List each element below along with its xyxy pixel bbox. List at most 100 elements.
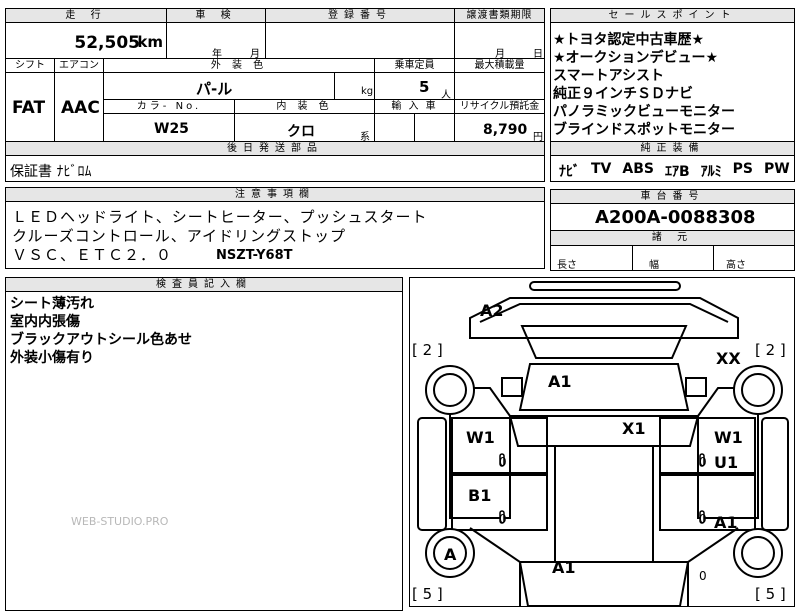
aircon-cell: AAC (54, 72, 104, 142)
width-label: 幅 (649, 260, 659, 271)
windshield (508, 415, 700, 447)
color-no-header: カラ- No. (103, 99, 235, 114)
roof (554, 445, 654, 563)
notes-header: 注意事項欄 (5, 187, 545, 202)
mileage-header: 走 行 (5, 8, 167, 23)
shift-header: シフト (5, 58, 55, 73)
capacity-cell: 5 人 (374, 72, 455, 101)
left-mirror (501, 377, 523, 397)
notes-cell: ＬＥＤヘッドライト、シートヒーター、プッシュスタート クルーズコントロール、アイ… (5, 201, 545, 269)
damage-mark: A1 (714, 513, 738, 532)
wheel-front-left-inner (433, 373, 467, 407)
damage-mark: U1 (714, 453, 738, 472)
exterior-kg-cell: kg (334, 72, 375, 100)
factory-equipment-cell: ﾅﾋﾞ TV ABS ｴｱB ｱﾙﾐ PS PW (550, 155, 795, 182)
tire-depth-front-left: [ 2 ] (412, 341, 443, 359)
inspector-header: 検査員記入欄 (5, 277, 403, 292)
registration-header: 登録番号 (265, 8, 455, 23)
left-rear-quarter (469, 527, 521, 606)
transfer-deadline-header: 譲渡書類期限 (454, 8, 545, 23)
color-no-value: W25 (154, 121, 189, 137)
dimensions-header: 諸 元 (550, 230, 795, 246)
hood-edge (479, 303, 729, 323)
width-cell: 幅 (632, 245, 714, 271)
damage-mark: B1 (468, 486, 491, 505)
tire-depth-front-right: [ 2 ] (755, 341, 786, 359)
right-rear-door (659, 474, 756, 531)
later-parts-header: 後日発送部品 (5, 141, 545, 156)
recycle-value: 8,790 (483, 122, 528, 138)
damage-mark: XX (716, 349, 741, 368)
equipment-item: TV (591, 161, 612, 177)
notes-line-1: ＬＥＤヘッドライト、シートヒーター、プッシュスタート (12, 208, 428, 226)
right-mirror (685, 377, 707, 397)
inspector-list: シート薄汚れ 室内内張傷 ブラックアウトシール色あせ 外装小傷有り (10, 295, 192, 367)
kg-unit: kg (361, 86, 374, 97)
watermark: WEB-STUDIO.PRO (71, 515, 169, 528)
height-label: 高さ (726, 260, 746, 271)
damage-mark: X1 (622, 419, 645, 438)
right-rear-quarter (687, 527, 739, 606)
aircon-value: AAC (61, 98, 100, 118)
model-code: NSZT-Y68T (216, 248, 293, 263)
recycle-header: リサイクル預託金 (454, 99, 545, 114)
recycle-cell: 8,790 円 (454, 113, 545, 143)
capacity-value: 5 (419, 78, 430, 96)
inspector-cell: シート薄汚れ 室内内張傷 ブラックアウトシール色あせ 外装小傷有り WEB-ST… (5, 291, 403, 611)
inspector-line: シート薄汚れ (10, 296, 94, 312)
mileage-value: 52,505 (74, 33, 140, 53)
selling-points-list: ★トヨタ認定中古車歴★ ★オークションデビュー★ スマートアシスト 純正９インチ… (553, 31, 735, 139)
inspector-line: 外装小傷有り (10, 350, 94, 366)
mileage-unit: km (137, 33, 163, 51)
roof-rail (529, 281, 681, 291)
zero-marker: 0 (499, 455, 507, 469)
inspector-line: ブラックアウトシール色あせ (10, 332, 192, 348)
zero-marker: 0 (699, 569, 707, 583)
chassis-cell: A200A-0088308 (550, 203, 795, 231)
selling-points-header: セールスポイント (550, 8, 795, 23)
equipment-item: PW (764, 161, 790, 177)
hood (518, 363, 690, 411)
equipment-item: PS (732, 161, 753, 177)
rear-window (518, 561, 690, 606)
front-panel (520, 325, 688, 359)
mileage-cell: 52,505 km (5, 22, 167, 59)
equipment-item: ABS (622, 161, 654, 177)
import-cell-b (414, 113, 455, 142)
selling-point: パノラミックビューモニター (553, 104, 735, 120)
tire-depth-rear-right: [ 5 ] (755, 585, 786, 603)
inspection-header: 車 検 (166, 8, 266, 23)
chassis-header: 車台番号 (550, 189, 795, 204)
selling-point: ★オークションデビュー★ (553, 50, 719, 66)
notes-line-2: クルーズコントロール、アイドリングストップ (12, 227, 347, 245)
later-parts-value: 保証書 ﾅﾋﾞﾛﾑ (10, 164, 92, 180)
selling-point: ★トヨタ認定中古車歴★ (553, 32, 705, 48)
import-cell-a (374, 113, 415, 142)
interior-color-value: クロ (287, 124, 315, 140)
registration-cell (265, 22, 455, 59)
damage-mark: A (444, 545, 457, 564)
length-cell: 長さ (550, 245, 633, 271)
vehicle-info-table: 走 行 車 検 登録番号 譲渡書類期限 52,505 km 年 月 月 日 シフ… (5, 0, 545, 182)
damage-mark: W1 (466, 428, 495, 447)
capacity-header: 乗車定員 (374, 58, 455, 73)
shift-cell: FAT (5, 72, 55, 142)
inspector-line: 室内内張傷 (10, 314, 80, 330)
factory-equipment-header: 純正装備 (550, 141, 795, 156)
interior-color-header: 内 装 色 (234, 99, 375, 114)
equipment-item: ﾅﾋﾞ (559, 164, 580, 180)
exterior-color-value: パ-ル (196, 80, 233, 98)
damage-mark: A1 (548, 372, 572, 391)
later-parts-cell: 保証書 ﾅﾋﾞﾛﾑ (5, 155, 545, 182)
exterior-color-cell: パ-ル (103, 72, 335, 100)
damage-mark: A1 (552, 558, 576, 577)
factory-equipment-list: ﾅﾋﾞ TV ABS ｴｱB ｱﾙﾐ PS PW (559, 161, 790, 181)
max-load-cell (454, 72, 545, 100)
selling-point: ブラインドスポットモニター (553, 122, 735, 138)
zero-marker: 0 (699, 512, 707, 526)
notes-line-3: ＶＳＣ、ＥＴＣ２．０ (12, 246, 173, 264)
height-cell: 高さ (713, 245, 795, 271)
selling-point: スマートアシスト (553, 68, 665, 84)
wheel-rear-right-inner (741, 536, 775, 570)
max-load-header: 最大積載量 (454, 58, 545, 73)
